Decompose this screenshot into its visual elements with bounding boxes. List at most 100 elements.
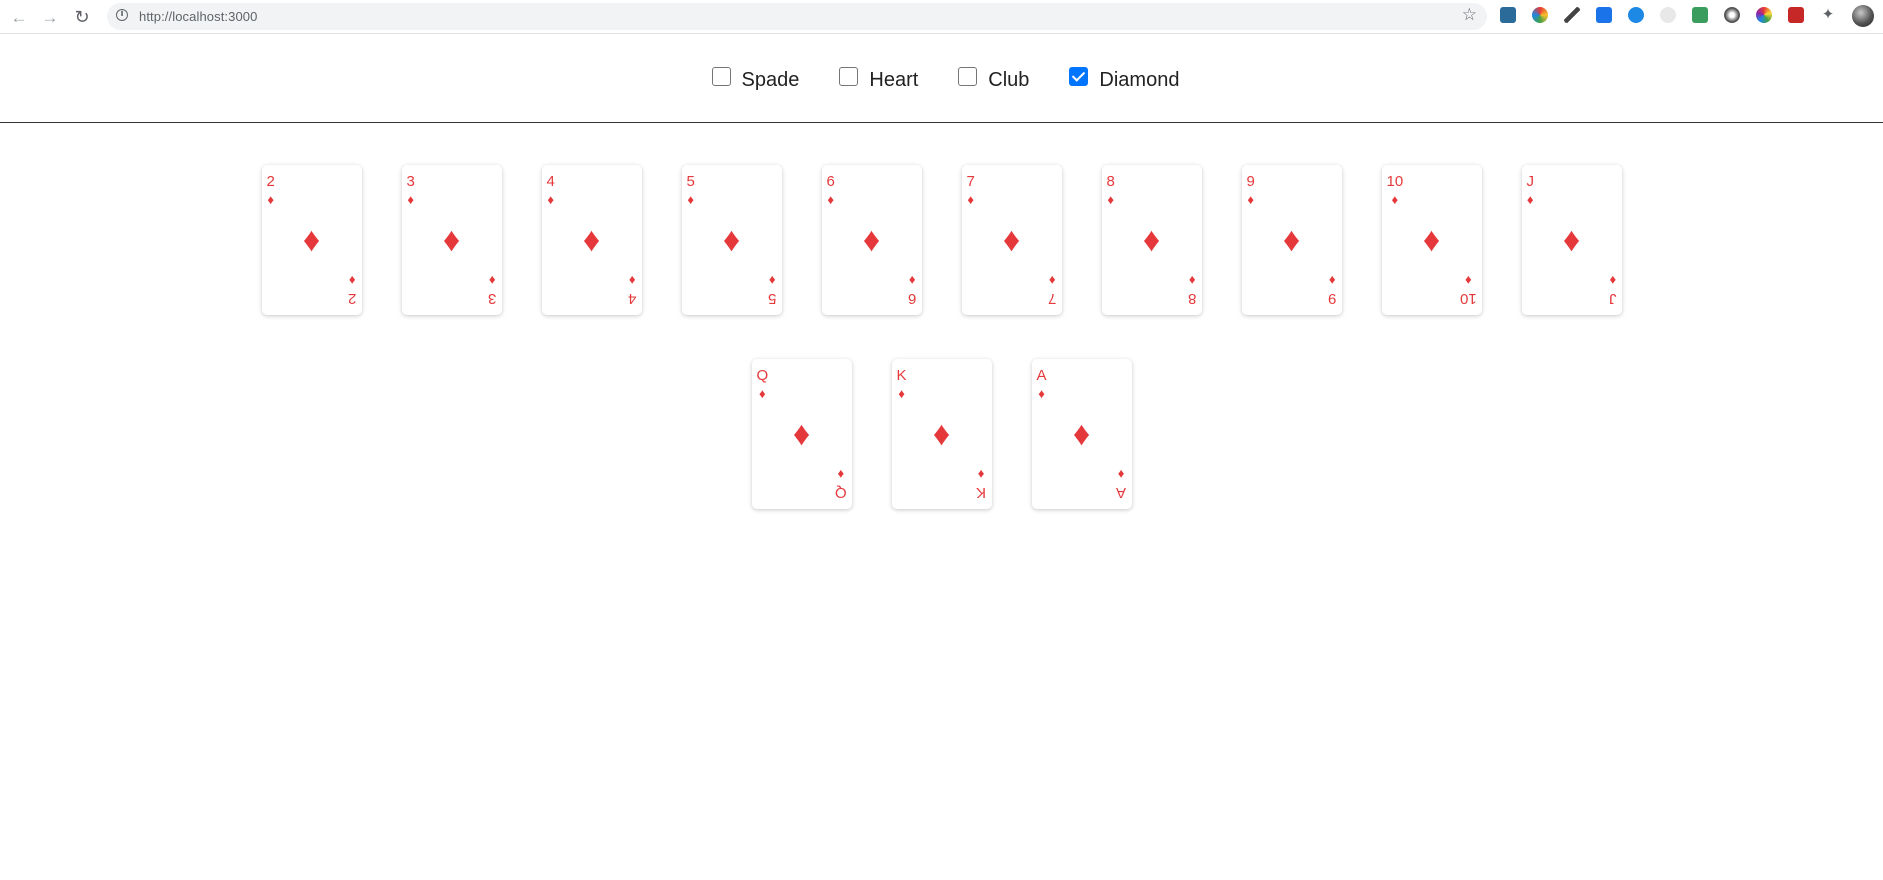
extension-icon[interactable]	[1660, 7, 1676, 23]
download-icon[interactable]	[1596, 7, 1612, 23]
card-rank: K	[976, 484, 987, 501]
card-corner-top: 7 ♦	[967, 174, 975, 206]
playing-card[interactable]: 7 ♦ ♦ 7 ♦	[961, 165, 1062, 315]
card-row: Q ♦ ♦ Q ♦ K ♦ ♦ K ♦ A ♦ ♦ A ♦	[0, 359, 1883, 509]
spade-checkbox[interactable]	[711, 66, 731, 86]
card-corner-bottom: 3 ♦	[488, 273, 497, 307]
extension-icon[interactable]	[1500, 7, 1516, 23]
filter-label: Diamond	[1099, 68, 1180, 91]
color-wheel-icon[interactable]	[1756, 7, 1772, 23]
diamond-icon: ♦	[582, 221, 601, 259]
playing-card[interactable]: 2 ♦ ♦ 2 ♦	[261, 165, 362, 315]
playing-card[interactable]: J ♦ ♦ J ♦	[1521, 165, 1622, 315]
diamond-icon: ♦	[898, 386, 905, 401]
diamond-icon: ♦	[827, 192, 834, 207]
filter-spade[interactable]: Spade	[711, 66, 800, 91]
diamond-checkbox[interactable]	[1069, 66, 1089, 86]
card-rank: A	[1116, 484, 1127, 501]
playing-card[interactable]: 6 ♦ ♦ 6 ♦	[821, 165, 922, 315]
diamond-icon: ♦	[1282, 221, 1301, 259]
diamond-icon: ♦	[792, 415, 811, 453]
extension-icon[interactable]	[1628, 7, 1644, 23]
card-rank: 3	[488, 290, 497, 307]
card-rank: K	[896, 367, 907, 384]
diamond-icon: ♦	[489, 273, 496, 288]
info-icon[interactable]: i	[116, 9, 128, 21]
card-rank: J	[1526, 173, 1535, 190]
playing-card[interactable]: 10 ♦ ♦ 10 ♦	[1381, 165, 1482, 315]
diamond-icon: ♦	[1329, 273, 1336, 288]
card-rank: 6	[826, 173, 835, 190]
card-rank: 4	[546, 173, 555, 190]
card-rank: 7	[1048, 290, 1057, 307]
diamond-icon: ♦	[978, 467, 985, 482]
card-row: 2 ♦ ♦ 2 ♦ 3 ♦ ♦ 3 ♦ 4 ♦ ♦ 4 ♦ 5 ♦ ♦ 5 ♦ 6 ♦ ♦ 6 ♦ …	[0, 165, 1883, 315]
playing-card[interactable]: Q ♦ ♦ Q ♦	[751, 359, 852, 509]
suit-filter-bar: Spade Heart Club Diamond	[0, 34, 1883, 123]
playing-card[interactable]: 8 ♦ ♦ 8 ♦	[1101, 165, 1202, 315]
reload-icon[interactable]: ↻	[71, 6, 93, 28]
card-rank: 6	[908, 290, 917, 307]
playing-card[interactable]: 5 ♦ ♦ 5 ♦	[681, 165, 782, 315]
filter-heart[interactable]: Heart	[839, 66, 919, 91]
diamond-icon: ♦	[349, 273, 356, 288]
heart-checkbox[interactable]	[839, 66, 859, 86]
card-corner-top: 6 ♦	[827, 174, 835, 206]
playing-card[interactable]: K ♦ ♦ K ♦	[891, 359, 992, 509]
card-corner-top: 2 ♦	[267, 174, 275, 206]
url-text[interactable]: http://localhost:3000	[139, 9, 257, 24]
diamond-icon: ♦	[1609, 273, 1617, 288]
card-corner-top: J ♦	[1527, 174, 1535, 206]
card-corner-bottom: 7 ♦	[1048, 273, 1057, 307]
extension-icon[interactable]	[1692, 7, 1708, 23]
card-corner-top: 3 ♦	[407, 174, 415, 206]
filter-label: Heart	[869, 68, 919, 91]
eyedropper-icon[interactable]	[1564, 7, 1580, 23]
diamond-icon: ♦	[302, 221, 321, 259]
diamond-icon: ♦	[1118, 467, 1125, 482]
diamond-icon: ♦	[769, 273, 776, 288]
card-corner-bottom: 2 ♦	[348, 273, 357, 307]
playing-card[interactable]: A ♦ ♦ A ♦	[1031, 359, 1132, 509]
diamond-icon: ♦	[909, 273, 916, 288]
avatar[interactable]	[1852, 5, 1874, 27]
diamond-icon: ♦	[1142, 221, 1161, 259]
back-arrow-icon[interactable]: ←	[8, 6, 30, 28]
extension-icon[interactable]	[1724, 7, 1740, 23]
diamond-icon: ♦	[1107, 192, 1114, 207]
playing-card[interactable]: 4 ♦ ♦ 4 ♦	[541, 165, 642, 315]
diamond-icon: ♦	[862, 221, 881, 259]
diamond-icon: ♦	[1072, 415, 1091, 453]
filter-diamond[interactable]: Diamond	[1069, 66, 1180, 91]
diamond-icon: ♦	[1464, 273, 1472, 288]
card-corner-bottom: 5 ♦	[768, 273, 776, 307]
card-rank: 9	[1246, 173, 1255, 190]
filter-club[interactable]: Club	[958, 66, 1030, 91]
card-corner-bottom: 8 ♦	[1188, 273, 1196, 307]
extension-icon[interactable]	[1532, 7, 1548, 23]
card-rank: 5	[686, 173, 695, 190]
diamond-icon: ♦	[1038, 386, 1045, 401]
diamond-icon: ♦	[1189, 273, 1196, 288]
diamond-icon: ♦	[1562, 221, 1581, 259]
filter-label: Spade	[741, 68, 800, 91]
extension-icon[interactable]	[1788, 7, 1804, 23]
card-rank: 10	[1459, 290, 1477, 307]
playing-card[interactable]: 9 ♦ ♦ 9 ♦	[1241, 165, 1342, 315]
diamond-icon: ♦	[1526, 192, 1534, 207]
diamond-icon: ♦	[722, 221, 741, 259]
playing-card[interactable]: 3 ♦ ♦ 3 ♦	[401, 165, 502, 315]
club-checkbox[interactable]	[958, 66, 978, 86]
card-rank: 2	[266, 173, 275, 190]
filter-label: Club	[988, 68, 1030, 91]
address-bar[interactable]: i http://localhost:3000 ☆	[107, 3, 1487, 30]
bookmark-star-icon[interactable]: ☆	[1462, 6, 1477, 23]
puzzle-icon[interactable]: ✦	[1820, 7, 1836, 23]
diamond-icon: ♦	[932, 415, 951, 453]
card-rank: Q	[834, 484, 847, 501]
card-corner-bottom: J ♦	[1609, 273, 1617, 307]
card-rank: 7	[966, 173, 975, 190]
card-grid: 2 ♦ ♦ 2 ♦ 3 ♦ ♦ 3 ♦ 4 ♦ ♦ 4 ♦ 5 ♦ ♦ 5 ♦ 6 ♦ ♦ 6 ♦ …	[0, 165, 1883, 553]
card-rank: 2	[348, 290, 357, 307]
forward-arrow-icon[interactable]: →	[39, 6, 61, 28]
